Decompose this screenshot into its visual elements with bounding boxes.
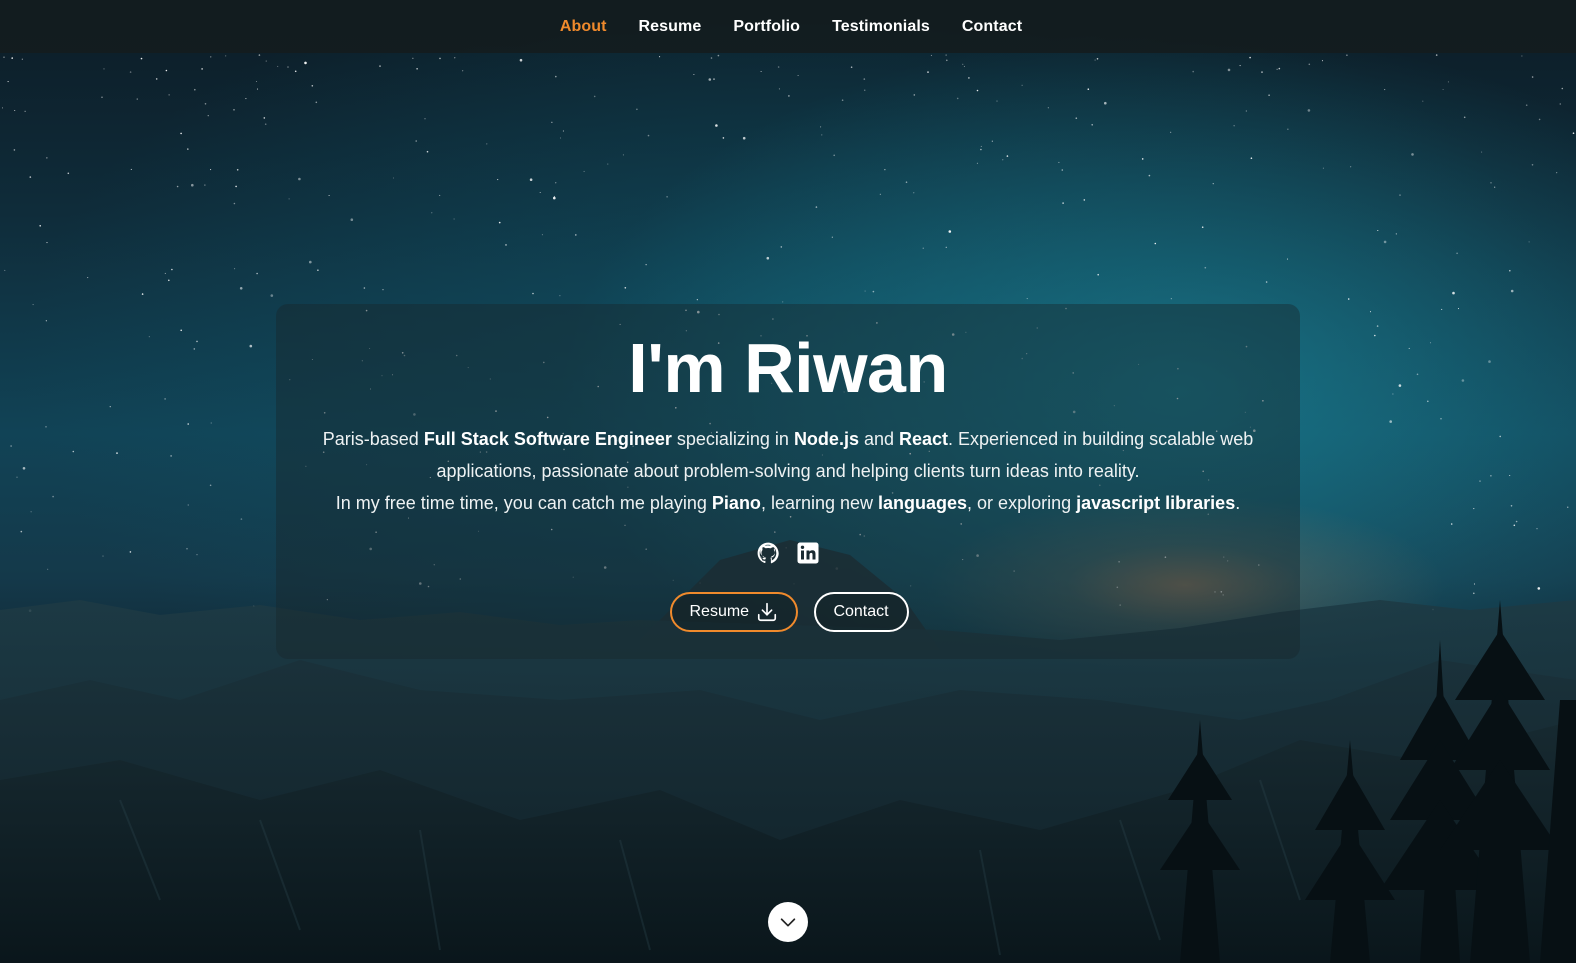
nav-link-resume[interactable]: Resume — [639, 18, 702, 36]
bio-text: . — [1235, 493, 1241, 513]
bio-paragraph-2: In my free time time, you can catch me p… — [296, 487, 1280, 519]
nav-link-contact[interactable]: Contact — [962, 18, 1022, 36]
chevron-down-icon — [780, 918, 796, 927]
bio-text: , or exploring — [967, 493, 1077, 513]
bio-text: In my free time time, you can catch me p… — [335, 493, 712, 513]
nav-link-portfolio[interactable]: Portfolio — [733, 18, 800, 36]
hero-card: I'm Riwan Paris-based Full Stack Softwar… — [276, 304, 1300, 659]
download-icon — [757, 602, 776, 622]
github-icon[interactable] — [756, 541, 780, 565]
bio-paragraph-1: Paris-based Full Stack Software Engineer… — [296, 423, 1280, 487]
bio-text: specializing in — [671, 429, 794, 449]
bio-highlight-react: React — [899, 429, 949, 449]
bio-text: , learning new — [760, 493, 879, 513]
bio-highlight-role: Full Stack Software Engineer — [423, 429, 672, 449]
bio-text: Paris-based — [322, 429, 424, 449]
linkedin-icon[interactable] — [796, 541, 820, 565]
top-navigation: About Resume Portfolio Testimonials Cont… — [0, 0, 1576, 53]
bio-highlight-libraries: javascript libraries — [1076, 493, 1236, 513]
nav-link-testimonials[interactable]: Testimonials — [832, 18, 930, 36]
hero-bio: Paris-based Full Stack Software Engineer… — [296, 423, 1280, 519]
social-links — [276, 541, 1300, 565]
bio-highlight-piano: Piano — [711, 493, 761, 513]
hero-title: I'm Riwan — [628, 329, 948, 407]
resume-download-button[interactable]: Resume — [669, 592, 798, 632]
resume-button-label: Resume — [689, 603, 750, 620]
bio-text: and — [858, 429, 899, 449]
bio-highlight-nodejs: Node.js — [793, 429, 859, 449]
scroll-down-button[interactable] — [768, 902, 808, 942]
hero-buttons: Resume Contact — [276, 592, 1300, 632]
contact-button-label: Contact — [833, 603, 889, 620]
contact-button[interactable]: Contact — [813, 592, 909, 632]
bio-highlight-languages: languages — [878, 493, 968, 513]
nav-link-about[interactable]: About — [560, 18, 607, 36]
